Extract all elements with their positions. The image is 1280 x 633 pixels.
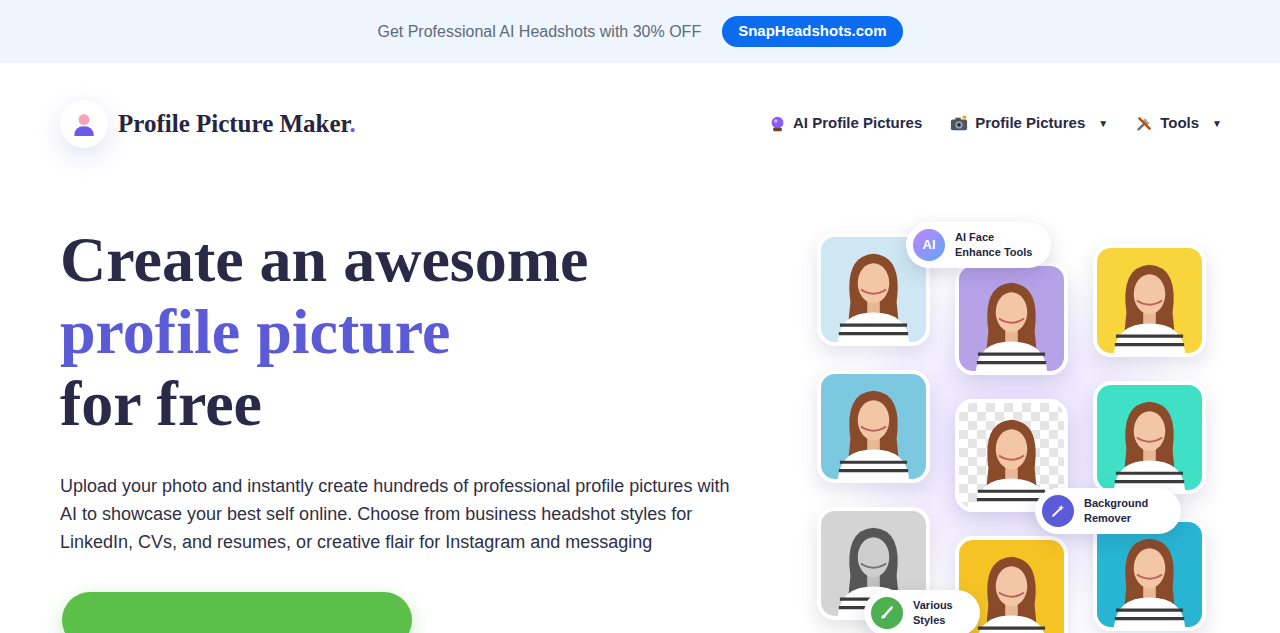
nav-item[interactable]: Profile Pictures ▼ [950, 112, 1108, 135]
collage: AI AI FaceEnhance Tools BackgroundRemover V… [817, 224, 1206, 633]
dropdown-arrow: ▼ [1212, 116, 1222, 131]
badge-text: Remover [1084, 511, 1148, 526]
dropdown-arrow: ▼ [1098, 116, 1108, 131]
promo-button[interactable]: SnapHeadshots.com [722, 16, 902, 47]
promo-text: Get Professional AI Headshots with 30% O… [377, 20, 701, 44]
brush-icon [871, 597, 903, 629]
sample-photo [817, 370, 930, 483]
collage-column [817, 233, 930, 633]
collage-column [955, 262, 1068, 633]
cta-button[interactable] [62, 592, 412, 633]
badge-text: Various [913, 598, 953, 613]
crystal-ball-icon [769, 115, 786, 132]
hero-description: Upload your photo and instantly create h… [60, 472, 750, 556]
hero-text: Create an awesomeprofile picturefor free… [60, 224, 760, 633]
promo-banner: Get Professional AI Headshots with 30% O… [0, 0, 1280, 63]
hero-title-line: profile picture [60, 296, 760, 368]
sample-photo [1093, 244, 1206, 357]
hero-title-line: Create an awesome [60, 224, 760, 296]
badge-text: Styles [913, 613, 953, 628]
logo[interactable]: Profile Picture Maker. [60, 100, 356, 148]
ai-icon: AI [913, 229, 945, 261]
site-header: Profile Picture Maker. AI Profile Pictur… [0, 63, 1280, 184]
hero-title: Create an awesomeprofile picturefor free [60, 224, 760, 440]
nav-item[interactable]: AI Profile Pictures [769, 112, 922, 135]
collage-column [1093, 244, 1206, 633]
badge-text: Background [1084, 496, 1148, 511]
badge-text: AI Face [955, 230, 1032, 245]
hero-title-line: for free [60, 368, 760, 440]
logo-dot: . [349, 110, 355, 137]
magic-wand-icon [1042, 495, 1074, 527]
feature-badge: BackgroundRemover [1035, 488, 1181, 534]
logo-text: Profile Picture Maker [118, 110, 349, 137]
nav-item[interactable]: Tools ▼ [1136, 112, 1222, 135]
badge-text: Enhance Tools [955, 245, 1032, 260]
camera-icon [950, 115, 968, 133]
feature-badge: VariousStyles [864, 590, 980, 633]
main-nav: AI Profile Pictures Profile Pictures ▼ T… [769, 112, 1222, 135]
sample-photo [955, 262, 1068, 375]
sample-photo [1093, 518, 1206, 631]
sample-photo [1093, 381, 1206, 494]
hero: Create an awesomeprofile picturefor free… [0, 184, 1280, 633]
logo-icon [60, 100, 108, 148]
feature-badge: AI AI FaceEnhance Tools [906, 222, 1051, 268]
tools-icon [1136, 115, 1153, 132]
